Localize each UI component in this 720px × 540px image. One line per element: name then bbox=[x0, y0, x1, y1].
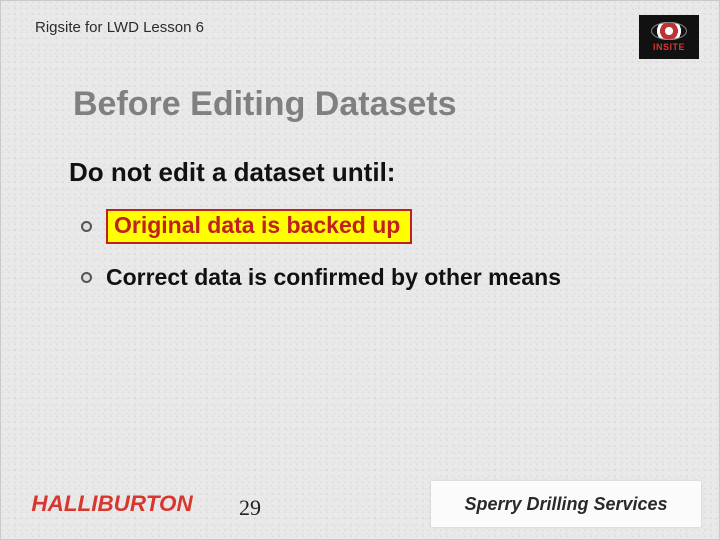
lesson-label: Rigsite for LWD Lesson 6 bbox=[35, 19, 204, 36]
insite-logo: INSITE bbox=[639, 15, 699, 59]
halliburton-logo: HALLIBURTON bbox=[31, 491, 192, 517]
page-number: 29 bbox=[239, 495, 261, 521]
slide: Rigsite for LWD Lesson 6 INSITE Before E… bbox=[0, 0, 720, 540]
bullet-list: Original data is backed up Correct data … bbox=[81, 209, 679, 311]
bullet-item-2: Correct data is confirmed by other means bbox=[81, 264, 679, 291]
eye-icon bbox=[651, 22, 687, 40]
bullet-dot-icon bbox=[81, 221, 92, 232]
insite-logo-label: INSITE bbox=[653, 42, 685, 52]
sperry-logo: Sperry Drilling Services bbox=[431, 481, 701, 527]
bullet-dot-icon bbox=[81, 272, 92, 283]
sperry-logo-label: Sperry Drilling Services bbox=[464, 494, 667, 515]
subtitle: Do not edit a dataset until: bbox=[69, 157, 395, 188]
bullet-text: Original data is backed up bbox=[106, 209, 412, 244]
bullet-item-1: Original data is backed up bbox=[81, 209, 679, 244]
page-title: Before Editing Datasets bbox=[73, 85, 457, 124]
bullet-text: Correct data is confirmed by other means bbox=[106, 264, 561, 291]
